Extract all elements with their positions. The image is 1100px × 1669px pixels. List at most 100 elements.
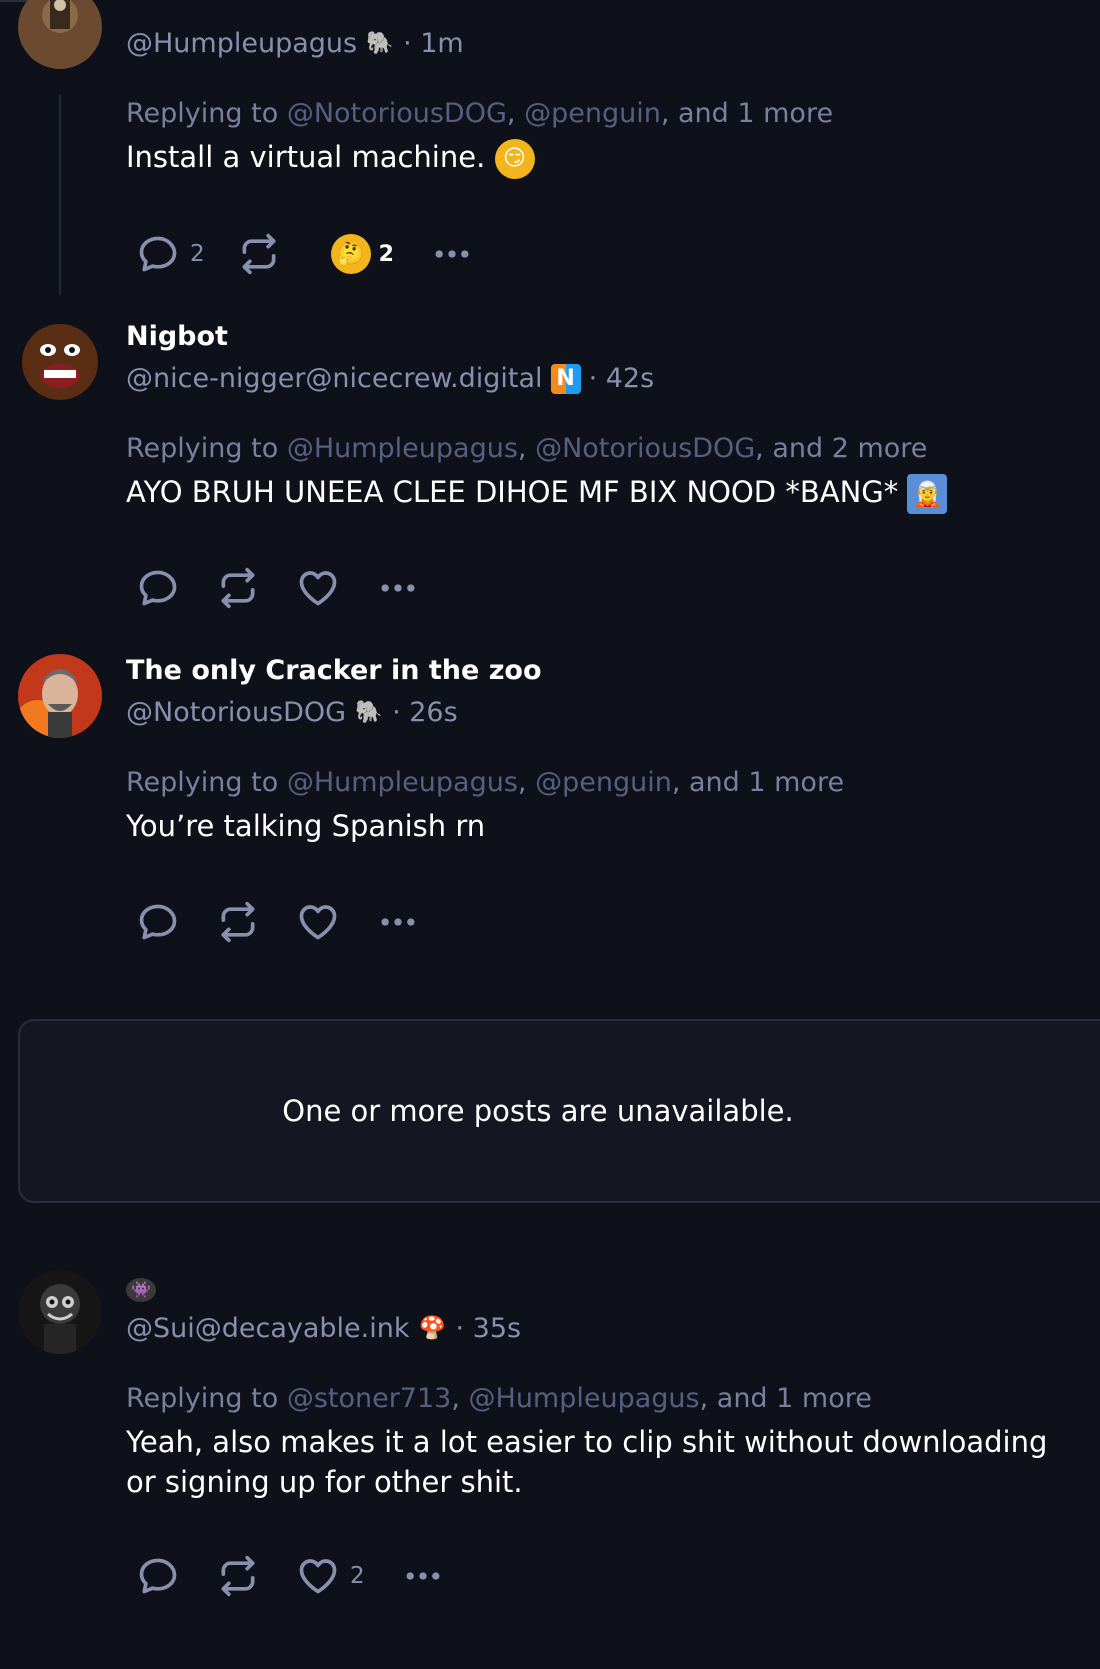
reply-button[interactable]: 2 <box>136 232 205 276</box>
unavailable-text: One or more posts are unavailable. <box>282 1094 794 1128</box>
display-name-emoji[interactable]: 👾 <box>126 1270 1082 1304</box>
unavailable-posts-notice: One or more posts are unavailable. <box>18 1019 1100 1203</box>
reply-icon <box>139 1558 177 1594</box>
mention-separator: , <box>517 433 536 464</box>
avatar[interactable] <box>18 0 102 69</box>
reply-button[interactable] <box>136 1554 180 1598</box>
reply-icon <box>139 570 177 606</box>
face-emoji-icon: 👾 <box>126 1278 156 1302</box>
post-body: AYO BRUH UNEEA CLEE DIHOE MF BIX NOOD *B… <box>126 472 1082 514</box>
heart-icon <box>299 1559 337 1594</box>
user-handle[interactable]: @Humpleupagus <box>126 27 357 61</box>
reply-button[interactable] <box>136 900 180 944</box>
replying-to: Replying to @Humpleupagus, @NotoriousDOG… <box>126 432 1082 466</box>
post-text: You’re talking Spanish rn <box>126 809 486 843</box>
reaction-count: 2 <box>378 241 394 267</box>
post-text: Yeah, also makes it a lot easier to clip… <box>126 1425 1048 1499</box>
user-handle[interactable]: @nice-nigger@nicecrew.digital <box>126 362 543 396</box>
mention-separator: , <box>517 767 536 798</box>
reply-count: 2 <box>190 241 205 267</box>
post-handle-line: @NotoriousDOG 🐘 · 26s <box>126 696 1082 730</box>
like-button[interactable] <box>296 566 340 610</box>
display-name[interactable]: Nigbot <box>126 320 1082 354</box>
replying-prefix: Replying to <box>126 98 287 129</box>
more-mentions-link[interactable]: , and 1 more <box>661 98 833 129</box>
user-handle[interactable]: @Sui@decayable.ink <box>126 1312 410 1346</box>
mention-link[interactable]: @penguin <box>524 98 661 129</box>
post-body: Install a virtual machine. 😏 <box>126 137 1082 179</box>
post-text: Install a virtual machine. <box>126 140 486 174</box>
repost-icon <box>221 567 255 609</box>
post-time[interactable]: · 1m <box>403 27 464 61</box>
repost-button[interactable] <box>216 900 260 944</box>
post-text: AYO BRUH UNEEA CLEE DIHOE MF BIX NOOD *B… <box>126 475 899 509</box>
heart-icon <box>299 571 337 606</box>
post-time[interactable]: · 35s <box>456 1312 522 1346</box>
reply-button[interactable] <box>136 566 180 610</box>
avatar[interactable] <box>18 320 102 404</box>
replying-prefix: Replying to <box>126 767 287 798</box>
post-handle-line: @nice-nigger@nicecrew.digital N · 42s <box>126 362 1082 396</box>
replying-to: Replying to @Humpleupagus, @penguin, and… <box>126 766 1082 800</box>
elephant-icon: 🐘 <box>366 31 394 56</box>
repost-icon <box>221 1555 255 1597</box>
post-time[interactable]: · 42s <box>589 362 655 396</box>
smirk-emoji: 😏 <box>494 139 535 179</box>
post-actions: 2 🤔 2 <box>136 232 506 276</box>
repost-button[interactable] <box>216 566 260 610</box>
mention-link[interactable]: @Humpleupagus <box>469 1383 700 1414</box>
instance-mushroom-icon: 🍄 <box>418 1316 447 1341</box>
more-mentions-link[interactable]: , and 2 more <box>755 433 927 464</box>
more-options-button[interactable] <box>401 1554 445 1598</box>
display-name[interactable]: The only Cracker in the zoo <box>126 654 1082 688</box>
heart-icon <box>299 905 337 940</box>
post-actions <box>136 566 452 610</box>
replying-prefix: Replying to <box>126 1383 287 1414</box>
thread-connector-line <box>59 95 61 295</box>
user-handle[interactable]: @NotoriousDOG <box>126 696 346 730</box>
post-actions <box>136 900 452 944</box>
thinking-emoji: 🤔 <box>330 234 371 274</box>
mention-link[interactable]: @NotoriousDOG <box>535 433 755 464</box>
more-options-button[interactable] <box>376 900 420 944</box>
like-button[interactable] <box>296 900 340 944</box>
mention-separator: , <box>451 1383 469 1414</box>
reply-icon <box>139 236 177 272</box>
replying-to: Replying to @stoner713, @Humpleupagus, a… <box>126 1382 1082 1416</box>
mention-separator: , <box>506 98 525 129</box>
post-body: You’re talking Spanish rn <box>126 806 1082 846</box>
avatar[interactable] <box>18 654 102 738</box>
post-actions: 2 <box>136 1554 477 1598</box>
repost-icon <box>221 901 255 943</box>
post-handle-line: @Sui@decayable.ink 🍄 · 35s <box>126 1312 1082 1346</box>
mention-link[interactable]: @Humpleupagus <box>287 433 518 464</box>
like-count: 2 <box>350 1563 365 1589</box>
reply-icon <box>139 904 177 940</box>
post-handle-line: @Humpleupagus 🐘 · 1m <box>126 27 1082 61</box>
repost-icon <box>242 233 276 275</box>
replying-prefix: Replying to <box>126 433 287 464</box>
anime-emoji-icon: 🧝 <box>907 474 948 514</box>
repost-button[interactable] <box>237 232 281 276</box>
more-mentions-link[interactable]: , and 1 more <box>700 1383 872 1414</box>
mention-link[interactable]: @stoner713 <box>287 1383 452 1414</box>
post-body: Yeah, also makes it a lot easier to clip… <box>126 1422 1076 1502</box>
replying-to: Replying to @NotoriousDOG, @penguin, and… <box>126 97 1082 131</box>
repost-button[interactable] <box>216 1554 260 1598</box>
reaction-button[interactable]: 🤔 2 <box>330 234 394 274</box>
mention-link[interactable]: @penguin <box>535 767 672 798</box>
avatar[interactable] <box>18 1270 102 1354</box>
mention-link[interactable]: @Humpleupagus <box>287 767 518 798</box>
more-mentions-link[interactable]: , and 1 more <box>672 767 844 798</box>
elephant-icon: 🐘 <box>355 700 383 725</box>
more-icon <box>406 1572 440 1580</box>
instance-logo-icon: N <box>550 364 581 394</box>
more-icon <box>381 918 415 926</box>
more-icon <box>435 250 469 258</box>
mention-link[interactable]: @NotoriousDOG <box>287 98 507 129</box>
like-button[interactable]: 2 <box>296 1554 365 1598</box>
more-icon <box>381 584 415 592</box>
more-options-button[interactable] <box>376 566 420 610</box>
post-time[interactable]: · 26s <box>392 696 458 730</box>
more-options-button[interactable] <box>430 232 474 276</box>
